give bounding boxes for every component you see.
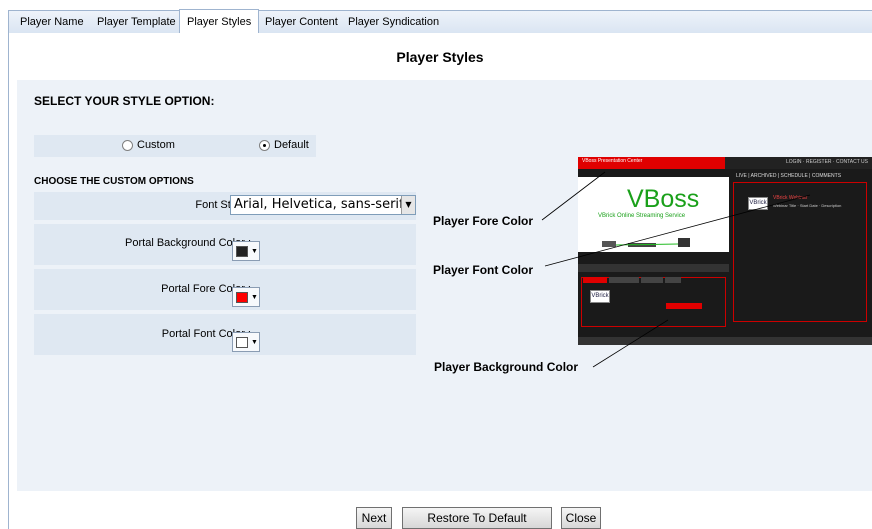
portal-fore-color-row: Portal Fore Color : ▼ bbox=[34, 269, 416, 310]
style-option-row: Custom Default bbox=[34, 135, 316, 157]
portal-font-color-row: Portal Font Color : ▼ bbox=[34, 314, 416, 355]
tab-player-name[interactable]: Player Name bbox=[13, 10, 91, 34]
page-title: Player Styles bbox=[396, 49, 484, 65]
preview-item-title: VBrick Webinar bbox=[773, 195, 808, 201]
chevron-down-icon: ▼ bbox=[251, 294, 258, 301]
portal-background-color-row: Portal Background Color : ▼ bbox=[34, 224, 416, 265]
preview-nav-links: LOGIN · REGISTER · CONTACT US bbox=[785, 159, 868, 165]
font-style-value: Arial, Helvetica, sans-serif bbox=[234, 197, 404, 212]
portal-fore-color-picker[interactable]: ▼ bbox=[232, 287, 260, 307]
font-style-row: Font Style : Arial, Helvetica, sans-seri… bbox=[34, 192, 416, 220]
chevron-down-icon[interactable]: ▼ bbox=[401, 196, 415, 214]
preview-logo: VBrick bbox=[748, 197, 768, 210]
tab-player-template[interactable]: Player Template bbox=[90, 10, 183, 34]
preview-header-text: VBoss Presentation Center bbox=[582, 158, 643, 164]
preview-item-text: Webinar Title · Start Date · Description bbox=[773, 203, 842, 208]
player-preview-image: VBoss Presentation Center LOGIN · REGIST… bbox=[578, 157, 872, 345]
preview-tagline: VBrick Online Streaming Service bbox=[598, 213, 686, 219]
preview-devices-image bbox=[602, 238, 690, 247]
annotation-player-background-color: Player Background Color bbox=[434, 360, 579, 374]
close-button[interactable]: Close bbox=[561, 507, 601, 529]
preview-lower-tabs bbox=[583, 277, 681, 283]
radio-default-label: Default bbox=[274, 139, 309, 151]
tab-bar: Player Name Player Template Player Style… bbox=[0, 0, 872, 34]
preview-footer bbox=[578, 337, 872, 345]
annotation-player-font-color: Player Font Color bbox=[433, 263, 534, 277]
next-button[interactable]: Next bbox=[356, 507, 392, 529]
preview-player-controls bbox=[578, 264, 729, 272]
color-swatch bbox=[236, 337, 248, 348]
color-swatch bbox=[236, 292, 248, 303]
tab-player-content[interactable]: Player Content bbox=[258, 10, 345, 34]
tab-player-syndication[interactable]: Player Syndication bbox=[341, 10, 446, 34]
annotation-player-fore-color: Player Fore Color bbox=[433, 214, 534, 228]
style-option-heading: SELECT YOUR STYLE OPTION: bbox=[34, 94, 215, 108]
preview-logo-small: VBrick bbox=[590, 290, 610, 303]
color-swatch bbox=[236, 246, 248, 257]
radio-custom[interactable]: Custom bbox=[122, 139, 175, 151]
portal-background-color-picker[interactable]: ▼ bbox=[232, 241, 260, 261]
font-style-select[interactable]: Arial, Helvetica, sans-serif ▼ bbox=[230, 195, 416, 215]
portal-font-color-picker[interactable]: ▼ bbox=[232, 332, 260, 352]
radio-default-dot[interactable] bbox=[259, 139, 270, 151]
tab-player-styles[interactable]: Player Styles bbox=[179, 9, 260, 34]
preview-tabs: LIVE | ARCHIVED | SCHEDULE | COMMENTS bbox=[736, 173, 842, 179]
custom-options-heading: CHOOSE THE CUSTOM OPTIONS bbox=[34, 176, 194, 187]
preview-red-button bbox=[666, 303, 702, 309]
preview-brand: VBoss bbox=[627, 185, 700, 213]
restore-to-default-button[interactable]: Restore To Default bbox=[402, 507, 552, 529]
radio-custom-dot[interactable] bbox=[122, 139, 133, 151]
chevron-down-icon: ▼ bbox=[251, 339, 258, 346]
radio-default[interactable]: Default bbox=[259, 139, 309, 151]
radio-custom-label: Custom bbox=[137, 139, 175, 151]
chevron-down-icon: ▼ bbox=[251, 248, 258, 255]
